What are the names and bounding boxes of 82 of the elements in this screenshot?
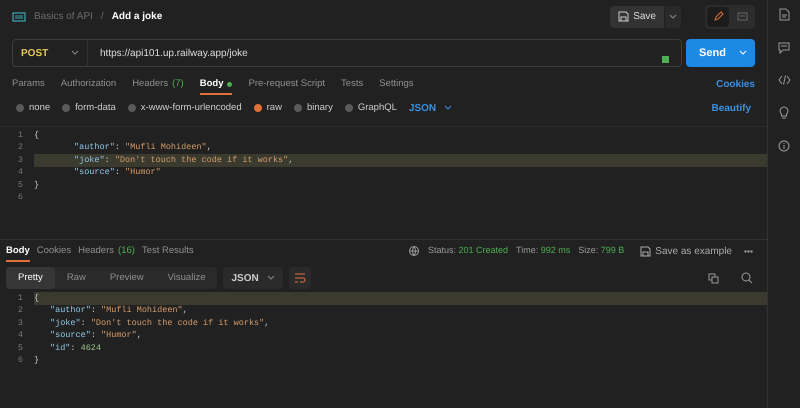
tab[interactable]: Cookies xyxy=(36,240,72,262)
radio-option[interactable]: binary xyxy=(294,100,333,116)
save-as-example-button[interactable]: Save as example xyxy=(640,244,732,258)
save-dropdown-button[interactable] xyxy=(665,6,681,28)
tab[interactable]: Headers (16) xyxy=(78,240,135,262)
breadcrumb-link[interactable]: Basics of API xyxy=(34,9,93,24)
line-number: 2 xyxy=(16,141,24,154)
search-icon[interactable] xyxy=(741,272,753,284)
code-line: "author": "Mufli Mohideen", xyxy=(49,304,189,317)
document-icon[interactable] xyxy=(778,8,790,21)
caret-icon xyxy=(669,14,677,20)
tab[interactable]: Authorization xyxy=(60,73,116,95)
tab[interactable]: Tests xyxy=(341,73,364,95)
save-button[interactable]: Save xyxy=(610,6,664,28)
caret-icon xyxy=(444,105,452,111)
beautify-link[interactable]: Beautify xyxy=(712,100,751,116)
code-icon[interactable] xyxy=(778,75,790,85)
line-number: 5 xyxy=(16,342,24,355)
line-number: 1 xyxy=(16,292,24,305)
view-tab[interactable]: Preview xyxy=(98,267,156,289)
pencil-icon xyxy=(712,11,724,22)
response-meta: Time: 992 ms xyxy=(516,244,570,258)
cookies-link[interactable]: Cookies xyxy=(716,76,755,92)
line-number: 4 xyxy=(16,166,24,180)
tab[interactable]: Body xyxy=(200,73,232,95)
line-number: 3 xyxy=(16,316,24,330)
line-number: 3 xyxy=(16,154,24,167)
wrap-lines-button[interactable] xyxy=(288,267,311,289)
code-line: { xyxy=(34,129,40,142)
caret-icon xyxy=(266,275,275,281)
line-number: 6 xyxy=(16,354,24,368)
tab[interactable]: Settings xyxy=(379,73,414,95)
tab[interactable]: Params xyxy=(12,73,45,95)
response-meta: Size: 799 B xyxy=(578,244,624,258)
view-tab[interactable]: Visualize xyxy=(156,267,218,289)
request-title: Add a joke xyxy=(112,10,162,24)
format-dropdown[interactable]: JSON xyxy=(223,267,283,289)
radio-option[interactable]: form-data xyxy=(62,100,116,116)
save-icon xyxy=(640,246,652,256)
code-line: "id": 4624 xyxy=(49,342,102,354)
edit-mode-button[interactable] xyxy=(707,6,729,26)
breadcrumb-separator: / xyxy=(100,10,104,24)
status-indicator-icon xyxy=(662,56,669,62)
line-number: 4 xyxy=(16,329,24,342)
format-dropdown[interactable]: JSON xyxy=(408,100,452,116)
tab[interactable]: Body xyxy=(6,240,30,262)
copy-icon[interactable] xyxy=(708,272,719,284)
tab[interactable]: Test Results xyxy=(142,240,194,262)
url-field[interactable]: https://api101.up.railway.app/joke xyxy=(88,46,662,60)
tab[interactable]: Headers (7) xyxy=(132,73,184,95)
request-body-editor[interactable]: 1 { 2 "author": "Mufli Mohideen", 3 "joke": "Don't touch the code if it works", 4 "source": "Humor" 5 } 6 xyxy=(0,126,767,236)
line-number: 6 xyxy=(16,191,24,204)
wrap-lines-icon xyxy=(294,273,306,283)
line-number: 5 xyxy=(16,178,24,192)
globe-icon xyxy=(408,245,420,257)
lightbulb-icon[interactable] xyxy=(778,106,790,119)
caret-icon[interactable] xyxy=(739,50,747,56)
code-line: } xyxy=(34,179,40,192)
code-line: "author": "Mufli Mohideen", xyxy=(73,142,213,154)
code-line: "source": "Humor" xyxy=(73,166,162,179)
radio-option[interactable]: GraphQL xyxy=(344,100,397,116)
view-tab[interactable]: Pretty xyxy=(6,267,55,289)
more-icon[interactable] xyxy=(744,250,753,252)
code-line: "source": "Humor", xyxy=(49,330,143,342)
line-number: 1 xyxy=(16,128,24,142)
response-meta: Status: 201 Created xyxy=(428,244,508,258)
caret-icon xyxy=(71,50,79,56)
radio-option[interactable]: raw xyxy=(254,100,282,116)
radio-option[interactable]: x-www-form-urlencoded xyxy=(128,100,242,116)
code-line: "joke": "Don't touch the code if it works", xyxy=(49,317,270,330)
comment-icon xyxy=(736,12,748,22)
tab[interactable]: Pre-request Script xyxy=(248,73,326,95)
view-tab[interactable]: Raw xyxy=(54,267,98,289)
radio-option[interactable]: none xyxy=(16,100,50,116)
method-dropdown[interactable]: POST xyxy=(13,40,88,66)
send-button[interactable]: Send xyxy=(686,39,739,67)
line-number: 2 xyxy=(16,304,24,318)
code-line: } xyxy=(34,354,40,367)
save-icon xyxy=(618,11,630,22)
http-icon xyxy=(12,10,26,22)
info-icon[interactable] xyxy=(778,140,790,152)
comment-icon[interactable] xyxy=(778,42,790,54)
